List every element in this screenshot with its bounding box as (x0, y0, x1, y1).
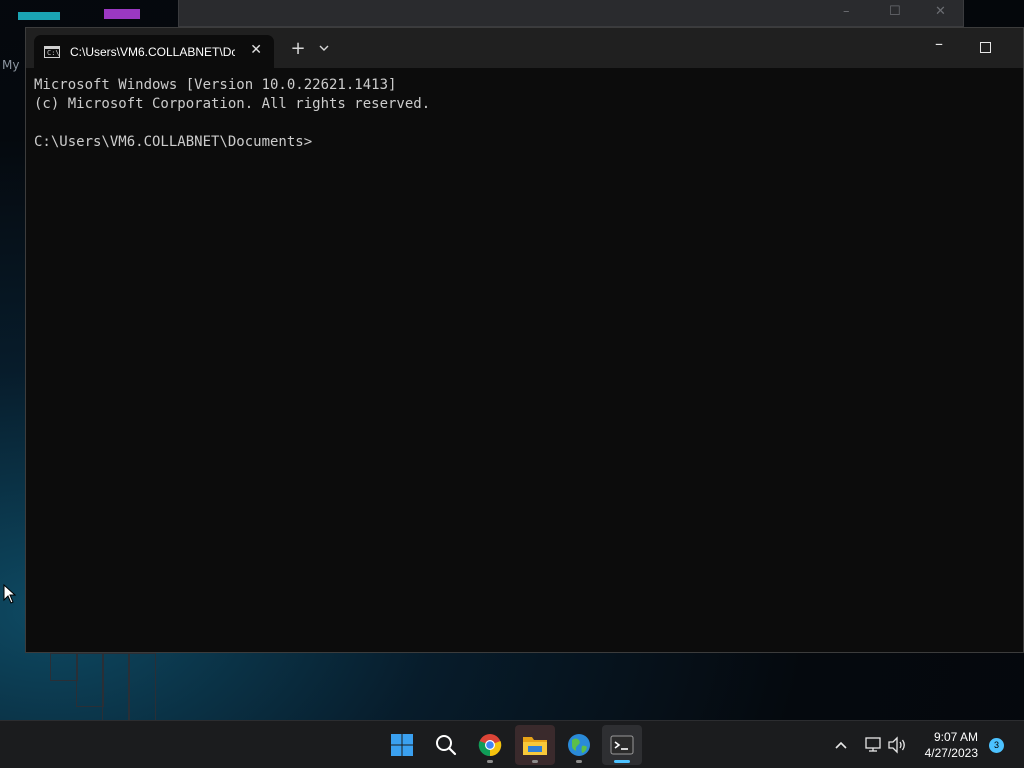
tab-command-prompt[interactable]: C:\ C:\Users\VM6.COLLABNET\Dc ✕ (34, 35, 274, 68)
mouse-pointer-icon (3, 584, 17, 604)
network-icon[interactable] (864, 736, 882, 754)
active-indicator (614, 760, 630, 763)
desktop-decoration (76, 653, 104, 707)
terminal-icon (610, 735, 634, 755)
chevron-down-icon[interactable] (318, 42, 330, 54)
volume-icon[interactable] (887, 736, 907, 754)
console-prompt-line: C:\Users\VM6.COLLABNET\Documents> (34, 134, 313, 150)
clock-time: 9:07 AM (933, 730, 978, 744)
globe-icon (568, 734, 590, 756)
folder-icon (523, 737, 547, 755)
notification-badge[interactable]: 3 (989, 738, 1004, 753)
terminal-button[interactable] (602, 725, 642, 765)
minimize-button[interactable]: – (916, 34, 962, 53)
desktop-decoration (102, 653, 130, 721)
running-indicator (532, 760, 538, 763)
desktop-icon[interactable] (18, 12, 60, 20)
running-indicator (576, 760, 582, 763)
start-button[interactable] (382, 725, 422, 765)
browser-app-button[interactable] (559, 725, 599, 765)
command-prompt-icon: C:\ (44, 45, 60, 58)
chrome-icon (478, 734, 502, 757)
clock[interactable]: 9:07 AM 4/27/2023 (925, 729, 978, 761)
desktop-icon-label: My (2, 58, 20, 72)
desktop-icon[interactable] (104, 9, 140, 19)
console-line: (c) Microsoft Corporation. All rights re… (34, 96, 431, 112)
desktop-decoration (50, 653, 78, 681)
terminal-titlebar[interactable]: C:\ C:\Users\VM6.COLLABNET\Dc ✕ + – (26, 28, 1023, 68)
maximize-icon (979, 42, 991, 53)
terminal-window[interactable]: C:\ C:\Users\VM6.COLLABNET\Dc ✕ + – Micr… (25, 27, 1024, 653)
tab-title: C:\Users\VM6.COLLABNET\Dc (70, 44, 235, 59)
command-prompt-icon-text: C:\ (47, 48, 60, 57)
search-icon (436, 735, 457, 756)
taskbar: 9:07 AM 4/27/2023 3 (0, 720, 1024, 768)
search-button[interactable] (426, 725, 466, 765)
background-window[interactable]: – ☐ ✕ (178, 0, 964, 27)
desktop-decoration (128, 653, 156, 721)
tab-close-icon[interactable]: ✕ (250, 42, 262, 58)
file-explorer-button[interactable] (515, 725, 555, 765)
console-output[interactable]: Microsoft Windows [Version 10.0.22621.14… (34, 76, 1013, 642)
bg-maximize-icon[interactable]: ☐ (889, 4, 901, 19)
bg-minimize-icon[interactable]: – (843, 4, 850, 19)
bg-close-icon[interactable]: ✕ (935, 4, 946, 19)
maximize-button[interactable] (962, 38, 1008, 57)
clock-date: 4/27/2023 (924, 746, 978, 760)
windows-logo-icon (391, 734, 413, 756)
chrome-button[interactable] (470, 725, 510, 765)
new-tab-button[interactable]: + (288, 38, 308, 59)
chevron-up-icon[interactable] (834, 739, 848, 751)
running-indicator (487, 760, 493, 763)
console-line: Microsoft Windows [Version 10.0.22621.14… (34, 77, 397, 93)
